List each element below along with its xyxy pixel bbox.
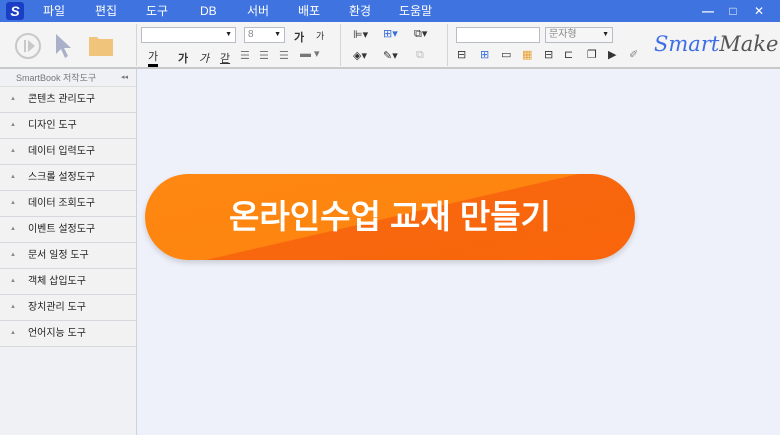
line-color-icon[interactable]: ✎▾ [383, 49, 398, 62]
font-size-select[interactable]: 8 ▼ [244, 27, 285, 43]
shrink-font-button[interactable]: 가 [316, 29, 324, 42]
menu-tools[interactable]: 도구 [146, 0, 168, 22]
create-online-textbook-button[interactable]: 온라인수업 교재 만들기 [145, 174, 635, 260]
sidebar-header: SmartBook 저작도구 ◂◂ [0, 69, 136, 87]
sidebar-item-design[interactable]: ▲ 디자인 도구 [0, 113, 136, 139]
title-bar: S 파일 편집 도구 DB 서버 배포 환경 도움말 — □ ✕ [0, 0, 780, 22]
menu-server[interactable]: 서버 [247, 0, 269, 22]
pointer-icon[interactable] [54, 32, 74, 60]
sidebar-title: SmartBook 저작도구 [16, 73, 97, 83]
align-right-icon[interactable]: ☰ [279, 49, 289, 62]
magic-icon[interactable]: ✐ [629, 48, 638, 61]
close-button[interactable]: ✕ [747, 0, 771, 22]
menu-db[interactable]: DB [200, 0, 217, 22]
font-color-button[interactable]: 가 [148, 48, 159, 67]
arrange-icon[interactable]: ⧉▾ [414, 27, 427, 41]
sidebar-item-language[interactable]: ▲ 언어지능 도구 [0, 321, 136, 347]
menu-deploy[interactable]: 배포 [298, 0, 320, 22]
text-input[interactable] [456, 27, 540, 43]
brand-logo: SmartMaker [654, 32, 780, 56]
sidebar-item-device[interactable]: ▲ 장치관리 도구 [0, 295, 136, 321]
split-icon[interactable]: ⊟ [544, 48, 553, 61]
menu-environment[interactable]: 환경 [349, 0, 371, 22]
sidebar-item-scroll[interactable]: ▲ 스크롤 설정도구 [0, 165, 136, 191]
layout-icon[interactable]: ⊟ [457, 48, 466, 61]
resize-icon[interactable]: ⊞▾ [383, 27, 398, 40]
align-left-icon[interactable]: ☰ [240, 49, 250, 62]
align-center-icon[interactable]: ☰ [259, 49, 269, 62]
collapse-icon[interactable]: ◂◂ [121, 69, 128, 87]
color-grid-icon[interactable]: ▦ [522, 48, 532, 61]
menu-edit[interactable]: 편집 [95, 0, 117, 22]
sidebar-item-object[interactable]: ▲ 객체 삽입도구 [0, 269, 136, 295]
group-icon[interactable]: ⧉ [416, 49, 424, 62]
media-icon[interactable]: ▶ [608, 48, 616, 61]
sidebar: SmartBook 저작도구 ◂◂ ▲ 콘텐츠 관리도구 ▲ 디자인 도구 ▲ 데이터 … [0, 69, 137, 435]
grow-font-button[interactable]: 가 [294, 29, 304, 45]
app-logo: S [6, 2, 24, 20]
sidebar-item-event[interactable]: ▲ 이벤트 설정도구 [0, 217, 136, 243]
toolbar: ▼ 8 ▼ 가 가 가 가 가 갇 ☰ ☰ ☰ ▬ ▾ ⊫▾ ⊞▾ ⧉▾ ◈▾ ✎… [0, 22, 780, 69]
line-style-icon[interactable]: ▬ ▾ [300, 47, 320, 60]
minimize-button[interactable]: — [696, 0, 720, 22]
fill-color-icon[interactable]: ◈▾ [353, 49, 367, 62]
folder-icon[interactable] [89, 34, 113, 56]
menu-help[interactable]: 도움말 [399, 0, 432, 22]
bold-button[interactable]: 가 [178, 50, 188, 66]
italic-button[interactable]: 가 [199, 50, 209, 66]
align-objects-icon[interactable]: ⊫▾ [353, 28, 368, 41]
play-icon[interactable] [14, 32, 42, 60]
window-icon[interactable]: ▭ [501, 48, 511, 61]
maximize-button[interactable]: □ [721, 0, 745, 22]
font-family-select[interactable]: ▼ [141, 27, 236, 43]
sidebar-item-data-input[interactable]: ▲ 데이터 입력도구 [0, 139, 136, 165]
sidebar-item-content[interactable]: ▲ 콘텐츠 관리도구 [0, 87, 136, 113]
menu-file[interactable]: 파일 [43, 0, 65, 22]
underline-button[interactable]: 갇 [220, 50, 230, 66]
sidebar-item-data-query[interactable]: ▲ 데이터 조회도구 [0, 191, 136, 217]
sidebar-item-schedule[interactable]: ▲ 문서 일정 도구 [0, 243, 136, 269]
insert-icon[interactable]: ⊞ [480, 48, 489, 61]
link-icon[interactable]: ⊏ [564, 48, 573, 61]
text-type-select[interactable]: 문자형 ▼ [545, 27, 613, 43]
pages-icon[interactable]: ❐ [587, 48, 597, 61]
